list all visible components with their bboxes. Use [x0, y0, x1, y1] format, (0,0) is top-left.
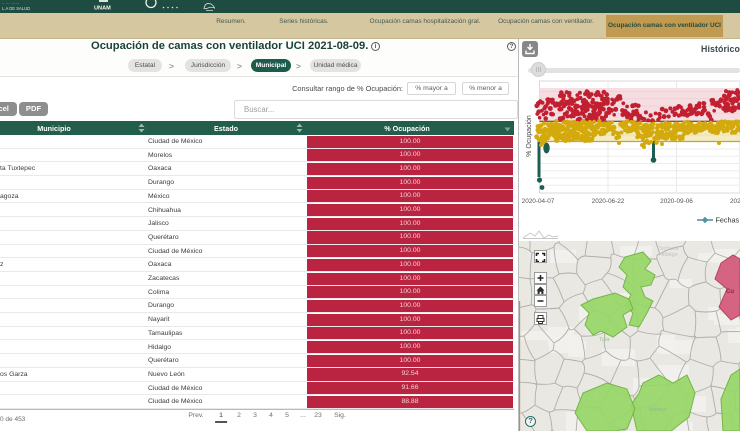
svg-text:Fechas: Fechas — [716, 215, 740, 224]
svg-text:Hidalgo: Hidalgo — [659, 252, 678, 258]
svg-text:2020-06-22: 2020-06-22 — [592, 198, 625, 205]
svg-text:UNAM: UNAM — [94, 6, 111, 12]
svg-text:Cu: Cu — [726, 289, 734, 295]
svg-text:Mexico: Mexico — [649, 407, 666, 413]
svg-text:2020-09-06: 2020-09-06 — [660, 198, 693, 205]
svg-text:L.A DE SALUD: L.A DE SALUD — [2, 6, 30, 11]
svg-text:·· ···· ······: ·· ···· ······ — [2, 2, 19, 6]
svg-text:2020-04-07: 2020-04-07 — [522, 198, 555, 205]
svg-text:Tula: Tula — [599, 337, 610, 343]
svg-text:202: 202 — [730, 198, 740, 205]
svg-text:% Ocupación: % Ocupación — [526, 115, 533, 157]
